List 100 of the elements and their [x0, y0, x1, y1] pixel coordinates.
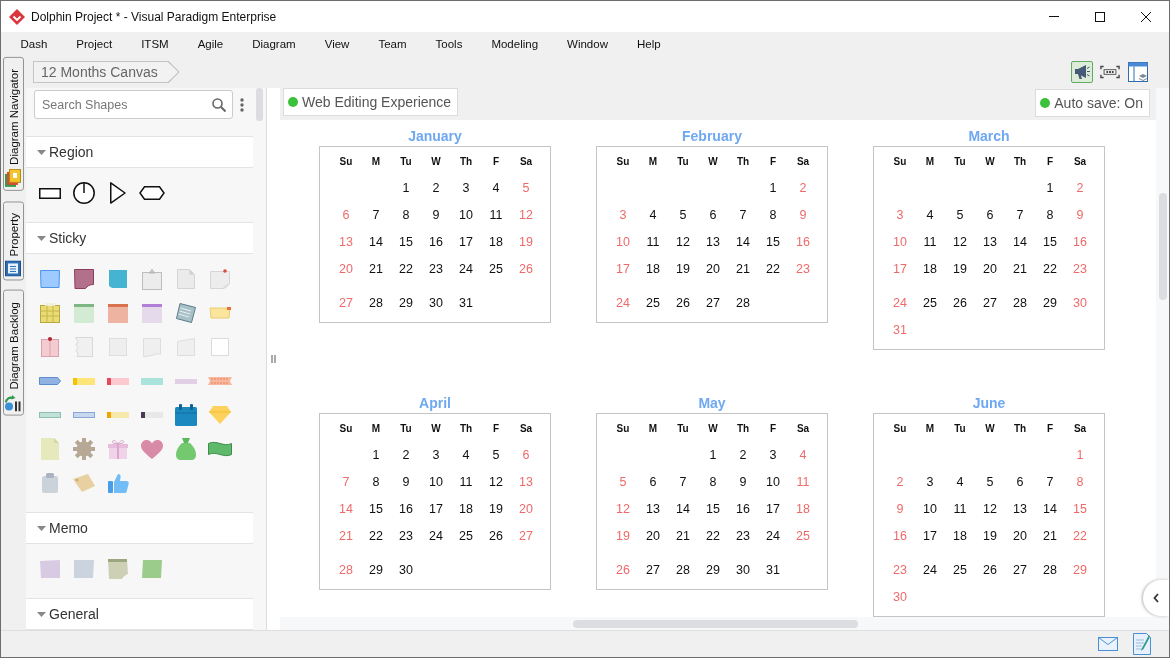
calendar-day: 29: [1073, 562, 1087, 577]
triangle-icon[interactable]: [110, 182, 126, 204]
calendar-day: 13: [646, 501, 660, 516]
app-logo-icon: [9, 8, 25, 25]
weekday-label: F: [492, 155, 500, 167]
calendar-day: 13: [1013, 501, 1027, 516]
section-header[interactable]: Sticky: [26, 222, 253, 254]
ribbon-icon[interactable]: [208, 377, 232, 385]
sticky-note-icon[interactable]: [74, 303, 94, 323]
menu-item[interactable]: ITSM: [126, 38, 184, 50]
calendar-icon[interactable]: [175, 404, 197, 426]
calendar-day: 8: [709, 474, 717, 489]
torn-note-icon[interactable]: [75, 337, 93, 357]
calendar-day: 27: [339, 295, 353, 310]
weekday-label: Su: [616, 155, 630, 167]
scrollbar-thumb[interactable]: [573, 619, 858, 628]
calendar-day: 3: [926, 474, 934, 489]
calendar-day: 18: [459, 501, 473, 516]
menu-item[interactable]: Help: [622, 38, 676, 50]
rectangle-icon[interactable]: [39, 187, 61, 199]
menu-item[interactable]: Window: [552, 38, 623, 50]
heart-icon[interactable]: [141, 439, 163, 459]
notepad-icon[interactable]: [176, 303, 196, 323]
more-options-icon[interactable]: [240, 98, 244, 112]
bag-icon[interactable]: [176, 438, 196, 460]
calendar-day: 9: [402, 474, 410, 489]
memo-note-icon[interactable]: [142, 560, 162, 578]
tag-icon[interactable]: [73, 474, 95, 492]
calendar-day: 10: [616, 234, 630, 249]
calendar-day: 21: [676, 528, 690, 543]
diamond-icon[interactable]: [209, 406, 231, 424]
menu-item[interactable]: Tools: [421, 38, 477, 50]
hexagon-icon[interactable]: [139, 186, 165, 200]
calendar-day: 23: [429, 261, 443, 276]
menu-item[interactable]: View: [310, 38, 364, 50]
weekday-label: Tu: [400, 155, 412, 167]
scrollbar-thumb[interactable]: [256, 88, 263, 121]
circle-icon[interactable]: [73, 182, 95, 204]
taped-note-icon[interactable]: [209, 307, 231, 319]
menu-item[interactable]: Project: [61, 38, 127, 50]
document-pen-icon[interactable]: [1133, 633, 1151, 655]
calendar-day: 16: [893, 528, 907, 543]
sticky-note-icon[interactable]: [142, 303, 162, 323]
section-header[interactable]: General: [26, 598, 253, 630]
document-icon[interactable]: [41, 438, 59, 460]
menu-item[interactable]: Agile: [183, 38, 238, 50]
folded-note-icon[interactable]: [177, 269, 195, 289]
sticky-note-icon[interactable]: [108, 303, 128, 323]
section-header[interactable]: Memo: [26, 512, 253, 544]
calendar-day: 8: [1076, 474, 1084, 489]
pinned-note-icon[interactable]: [41, 337, 59, 357]
menu-item[interactable]: Diagram: [237, 38, 311, 50]
calendar-day: 7: [1016, 207, 1024, 222]
memo-note-icon[interactable]: [40, 560, 60, 578]
calendar-day: 25: [953, 562, 967, 577]
calendar-day: 18: [923, 261, 937, 276]
weekday-label: Th: [459, 155, 473, 167]
mail-icon[interactable]: [1098, 637, 1118, 651]
calendar-day: 9: [896, 501, 904, 516]
tape-strip-icon[interactable]: [107, 377, 129, 385]
thumbs-up-icon[interactable]: [107, 473, 129, 493]
tape-strip-icon[interactable]: [141, 412, 163, 418]
search-input[interactable]: Search Shapes: [42, 95, 212, 114]
calendar-day: 16: [399, 501, 413, 516]
calendar-day: 11: [796, 474, 810, 489]
status-button[interactable]: Web Editing Experience: [283, 88, 459, 116]
calendar-day: 1: [1046, 180, 1054, 195]
calendar-day: 29: [399, 295, 413, 310]
side-tab[interactable]: Property: [3, 200, 24, 281]
side-tab[interactable]: Diagram Navigator: [3, 57, 24, 191]
gear-icon[interactable]: [73, 438, 95, 460]
status-button[interactable]: Auto save: On: [1035, 89, 1150, 117]
side-tab[interactable]: Diagram Backlog: [3, 290, 24, 416]
calendar-day: 19: [489, 501, 503, 516]
weekday-label: Sa: [1073, 422, 1087, 434]
toolbar-button[interactable]: [1071, 61, 1093, 83]
banner-icon[interactable]: [208, 441, 232, 457]
menu-item[interactable]: Modeling: [476, 38, 553, 50]
breadcrumb[interactable]: 12 Months Canvas: [33, 61, 180, 83]
clipboard-icon[interactable]: [42, 473, 58, 493]
calendar-day: 28: [369, 295, 383, 310]
pinned-note-icon[interactable]: [210, 269, 230, 289]
calendar-day: 6: [986, 207, 994, 222]
search-icon[interactable]: [212, 97, 226, 112]
menu-item[interactable]: Team: [363, 38, 422, 50]
arrow-tape-icon[interactable]: [39, 377, 61, 385]
memo-note-icon[interactable]: [108, 559, 128, 579]
curled-note-icon[interactable]: [74, 269, 94, 289]
calendar-day: 15: [1043, 234, 1057, 249]
section-header[interactable]: Region: [26, 136, 253, 168]
notepad-icon[interactable]: [40, 303, 60, 323]
search-field[interactable]: Search Shapes: [34, 90, 233, 119]
sticky-note-icon[interactable]: [40, 270, 60, 288]
scrollbar-thumb[interactable]: [1158, 193, 1167, 300]
weekday-label: Tu: [954, 422, 966, 434]
memo-note-icon[interactable]: [74, 560, 94, 578]
gift-icon[interactable]: [108, 439, 128, 459]
weekday-label: W: [708, 155, 718, 167]
toolbar-button[interactable]: [1127, 61, 1149, 83]
menu-item[interactable]: Dash: [6, 38, 62, 50]
